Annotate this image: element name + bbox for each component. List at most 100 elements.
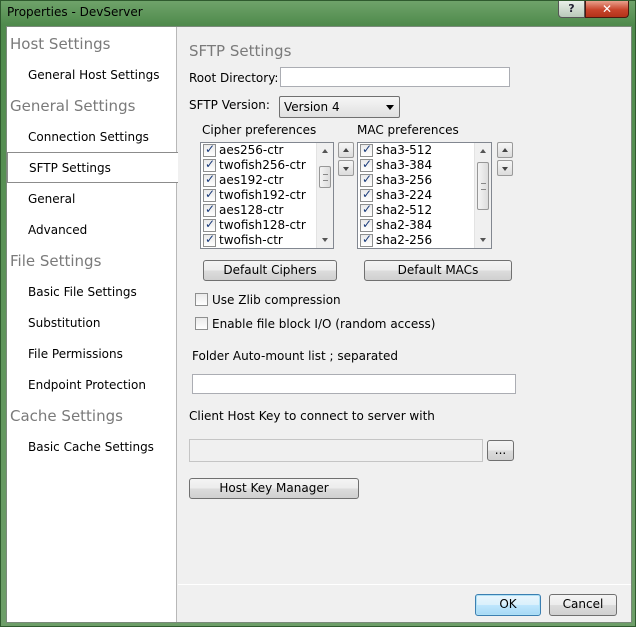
mac-item[interactable]: sha2-384: [358, 217, 491, 233]
cipher-item-label: twofish192-ctr: [219, 188, 306, 202]
zlib-checkbox-box[interactable]: [195, 293, 208, 306]
sidebar-item-endpoint-protection[interactable]: Endpoint Protection: [7, 370, 177, 401]
cipher-item[interactable]: twofish128-ctr: [201, 217, 333, 233]
mac-move-up-button[interactable]: [497, 142, 513, 158]
arrow-up-icon: [343, 148, 349, 152]
block-io-label: Enable file block I/O (random access): [212, 317, 436, 331]
automount-label: Folder Auto-mount list ; separated: [192, 349, 398, 363]
mac-preferences-label: MAC preferences: [357, 123, 459, 137]
mac-list-scrollbar[interactable]: [474, 143, 491, 248]
automount-input[interactable]: [192, 374, 516, 394]
mac-item-label: sha3-256: [376, 173, 433, 187]
mac-item-label: sha2-256: [376, 233, 433, 247]
cipher-list[interactable]: aes256-ctrtwofish256-ctraes192-ctrtwofis…: [200, 142, 334, 249]
sftp-version-select[interactable]: Version 4: [279, 96, 400, 118]
arrow-down-icon: [502, 167, 508, 171]
scroll-down-icon[interactable]: [480, 238, 486, 242]
mac-rows: sha3-512sha3-384sha3-256sha3-224sha2-512…: [358, 143, 491, 248]
cipher-move-up-button[interactable]: [338, 142, 354, 158]
mac-item-checkbox[interactable]: [360, 143, 373, 157]
mac-item-checkbox[interactable]: [360, 172, 373, 187]
cipher-item[interactable]: twofish-ctr: [201, 232, 333, 248]
mac-item-checkbox[interactable]: [360, 202, 373, 217]
mac-item-label: sha3-224: [376, 188, 433, 202]
chevron-down-icon: [386, 105, 394, 110]
sidebar-item-connection-settings[interactable]: Connection Settings: [7, 122, 177, 153]
title-bar[interactable]: Properties - DevServer ? ✕: [1, 1, 635, 25]
mac-move-down-button[interactable]: [497, 160, 513, 176]
mac-item[interactable]: sha2-256: [358, 232, 491, 248]
sidebar-item-basic-cache-settings[interactable]: Basic Cache Settings: [7, 432, 177, 463]
cipher-item-checkbox[interactable]: [203, 143, 216, 157]
cipher-rows: aes256-ctrtwofish256-ctraes192-ctrtwofis…: [201, 143, 333, 248]
cipher-item[interactable]: aes128-ctr: [201, 202, 333, 218]
scroll-up-icon[interactable]: [480, 149, 486, 153]
cipher-item-checkbox[interactable]: [203, 232, 216, 247]
mac-item-label: sha3-512: [376, 143, 433, 157]
mac-item[interactable]: sha3-512: [358, 143, 491, 158]
default-macs-button[interactable]: Default MACs: [364, 260, 512, 281]
mac-item[interactable]: sha2-512: [358, 202, 491, 218]
cipher-item[interactable]: twofish256-ctr: [201, 157, 333, 173]
sftp-version-value: Version 4: [284, 100, 340, 114]
arrow-up-icon: [502, 148, 508, 152]
cipher-move-down-button[interactable]: [338, 160, 354, 176]
ok-button[interactable]: OK: [475, 594, 541, 616]
arrow-down-icon: [343, 167, 349, 171]
client-host-key-input[interactable]: [189, 439, 483, 462]
block-io-checkbox-box[interactable]: [195, 317, 208, 330]
root-directory-input[interactable]: [280, 67, 510, 87]
cipher-item-checkbox[interactable]: [203, 217, 216, 232]
cipher-item[interactable]: twofish192-ctr: [201, 187, 333, 203]
mac-item[interactable]: sha3-384: [358, 157, 491, 173]
zlib-compression-checkbox[interactable]: Use Zlib compression: [195, 292, 455, 308]
mac-item[interactable]: sha3-224: [358, 187, 491, 203]
mac-item-checkbox[interactable]: [360, 217, 373, 232]
properties-window: Properties - DevServer ? ✕ Host Settings…: [0, 0, 636, 627]
sidebar-item-general-host-settings[interactable]: General Host Settings: [7, 60, 177, 91]
mac-item-checkbox[interactable]: [360, 187, 373, 202]
cipher-item-checkbox[interactable]: [203, 187, 216, 202]
cipher-item-checkbox[interactable]: [203, 202, 216, 217]
scroll-thumb[interactable]: [319, 166, 331, 188]
mac-item[interactable]: sha3-256: [358, 172, 491, 188]
scroll-up-icon[interactable]: [322, 149, 328, 153]
scroll-down-icon[interactable]: [322, 238, 328, 242]
zlib-label: Use Zlib compression: [212, 293, 341, 307]
cipher-item-checkbox[interactable]: [203, 157, 216, 172]
mac-item-checkbox[interactable]: [360, 232, 373, 247]
mac-item-label: sha2-384: [376, 218, 433, 232]
root-directory-label: Root Directory:: [189, 71, 279, 85]
mac-list[interactable]: sha3-512sha3-384sha3-256sha3-224sha2-512…: [357, 142, 492, 249]
host-key-manager-button[interactable]: Host Key Manager: [189, 478, 359, 499]
mac-item-label: sha2-512: [376, 203, 433, 217]
cipher-item-label: aes256-ctr: [219, 143, 284, 157]
scroll-thumb[interactable]: [477, 162, 489, 210]
sidebar-item-sftp-settings[interactable]: SFTP Settings: [7, 152, 178, 183]
category-host-settings: Host Settings: [10, 35, 111, 53]
cancel-button[interactable]: Cancel: [549, 594, 617, 616]
default-ciphers-button[interactable]: Default Ciphers: [203, 260, 337, 281]
help-button[interactable]: ?: [558, 1, 585, 18]
sidebar-item-basic-file-settings[interactable]: Basic File Settings: [7, 277, 177, 308]
category-file-settings: File Settings: [10, 252, 102, 270]
cipher-item-checkbox[interactable]: [203, 172, 216, 187]
mac-item-checkbox[interactable]: [360, 157, 373, 172]
sidebar-item-advanced[interactable]: Advanced: [7, 215, 177, 246]
dialog-client-area: Host Settings General Host Settings Gene…: [6, 26, 632, 623]
footer-divider: [178, 584, 631, 585]
sidebar-item-general[interactable]: General: [7, 184, 177, 215]
category-cache-settings: Cache Settings: [10, 407, 123, 425]
block-io-checkbox[interactable]: Enable file block I/O (random access): [195, 316, 455, 332]
sidebar-item-file-permissions[interactable]: File Permissions: [7, 339, 177, 370]
browse-host-key-button[interactable]: ...: [487, 440, 514, 461]
close-button[interactable]: ✕: [585, 1, 629, 18]
cipher-item-label: aes128-ctr: [219, 203, 284, 217]
cipher-preferences-label: Cipher preferences: [202, 123, 317, 137]
settings-sidebar: Host Settings General Host Settings Gene…: [7, 27, 178, 622]
mac-item-label: sha3-384: [376, 158, 433, 172]
sidebar-item-substitution[interactable]: Substitution: [7, 308, 177, 339]
cipher-item[interactable]: aes256-ctr: [201, 143, 333, 158]
cipher-list-scrollbar[interactable]: [316, 143, 333, 248]
cipher-item[interactable]: aes192-ctr: [201, 172, 333, 188]
